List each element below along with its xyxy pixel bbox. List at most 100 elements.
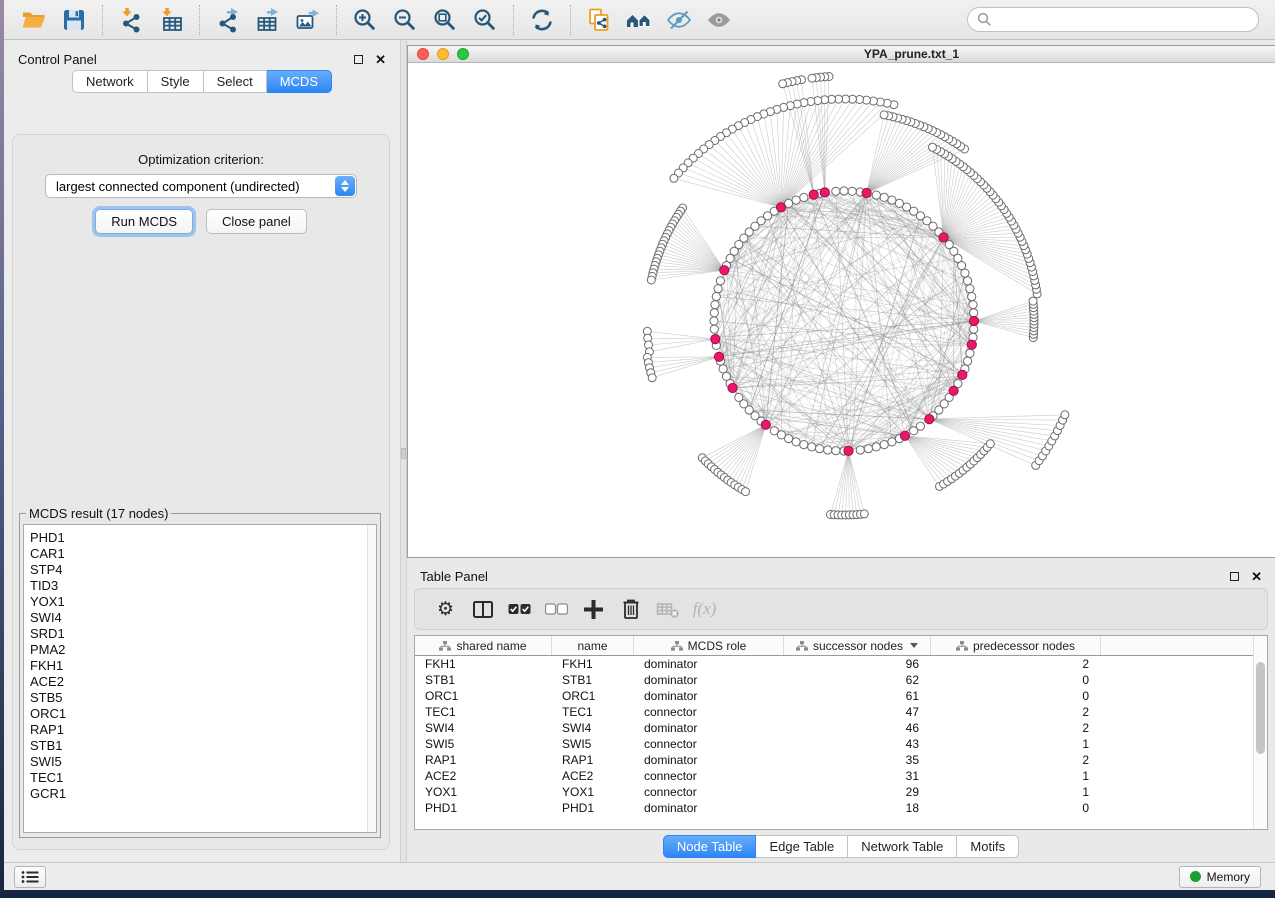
column-header-successor-nodes[interactable]: successor nodes (784, 636, 931, 655)
network-node[interactable] (969, 301, 977, 309)
table-row[interactable]: FKH1FKH1dominator962 (415, 656, 1253, 672)
tab-node-table[interactable]: Node Table (663, 835, 757, 858)
table-row[interactable]: RAP1RAP1dominator352 (415, 752, 1253, 768)
network-node[interactable] (832, 447, 840, 455)
import-table-icon[interactable] (156, 5, 186, 35)
close-panel-button[interactable]: Close panel (206, 209, 307, 234)
network-node[interactable] (808, 443, 816, 451)
network-node[interactable] (966, 349, 974, 357)
network-node[interactable] (816, 445, 824, 453)
network-node[interactable] (966, 285, 974, 293)
tab-style[interactable]: Style (148, 70, 204, 93)
mcds-result-item[interactable]: TEC1 (24, 770, 376, 786)
export-table-icon[interactable] (253, 5, 283, 35)
mcds-result-item[interactable]: RAP1 (24, 722, 376, 738)
column-header-shared-name[interactable]: shared name (415, 636, 552, 655)
network-node[interactable] (670, 174, 678, 182)
network-node[interactable] (792, 196, 800, 204)
table-row[interactable]: SWI5SWI5connector431 (415, 736, 1253, 752)
network-node[interactable] (742, 488, 750, 496)
network-node[interactable] (792, 438, 800, 446)
network-node[interactable] (880, 193, 888, 201)
zoom-selected-icon[interactable] (470, 5, 500, 35)
dominator-node[interactable] (720, 266, 729, 275)
mcds-result-item[interactable]: FKH1 (24, 658, 376, 674)
tab-edge-table[interactable]: Edge Table (756, 835, 848, 858)
show-all-icon[interactable] (704, 5, 734, 35)
network-node[interactable] (832, 187, 840, 195)
network-node[interactable] (779, 80, 787, 88)
mcds-result-item[interactable]: SWI4 (24, 610, 376, 626)
table-settings-icon[interactable]: ⚙ (427, 600, 464, 619)
mcds-result-item[interactable]: STP4 (24, 562, 376, 578)
dominator-node[interactable] (820, 188, 829, 197)
network-node[interactable] (840, 187, 848, 195)
float-panel-icon[interactable] (354, 55, 363, 64)
mcds-result-item[interactable]: SRD1 (24, 626, 376, 642)
network-node[interactable] (945, 241, 953, 249)
split-panel-icon[interactable] (464, 599, 501, 620)
dominator-node[interactable] (728, 383, 737, 392)
export-network-icon[interactable] (213, 5, 243, 35)
network-node[interactable] (712, 293, 720, 301)
run-mcds-button[interactable]: Run MCDS (95, 209, 193, 234)
dominator-node[interactable] (714, 352, 723, 361)
search-input[interactable] (992, 12, 1249, 27)
network-node[interactable] (964, 277, 972, 285)
network-node[interactable] (785, 435, 793, 443)
table-row[interactable]: STB1STB1dominator620 (415, 672, 1253, 688)
table-row[interactable]: ORC1ORC1dominator610 (415, 688, 1253, 704)
dominator-node[interactable] (809, 190, 818, 199)
network-window-titlebar[interactable]: YPA_prune.txt_1 (408, 46, 1275, 63)
network-node[interactable] (968, 293, 976, 301)
network-node[interactable] (710, 317, 718, 325)
network-node[interactable] (648, 374, 656, 382)
table-row[interactable]: ACE2ACE2connector311 (415, 768, 1253, 784)
mcds-result-item[interactable]: GCR1 (24, 786, 376, 802)
network-node[interactable] (856, 446, 864, 454)
network-node[interactable] (808, 74, 816, 82)
network-canvas[interactable] (408, 63, 1275, 557)
network-node[interactable] (710, 325, 718, 333)
dominator-node[interactable] (711, 335, 720, 344)
dominator-node[interactable] (969, 316, 978, 325)
tab-mcds[interactable]: MCDS (267, 70, 332, 93)
mcds-result-item[interactable]: ORC1 (24, 706, 376, 722)
open-file-icon[interactable] (19, 5, 49, 35)
scrollbar-thumb[interactable] (1256, 662, 1265, 754)
zoom-in-icon[interactable] (350, 5, 380, 35)
refresh-icon[interactable] (527, 5, 557, 35)
dominator-node[interactable] (761, 420, 770, 429)
table-row[interactable]: PHD1PHD1dominator180 (415, 800, 1253, 816)
select-all-icon[interactable] (501, 603, 538, 615)
first-neighbors-icon[interactable] (624, 5, 654, 35)
dominator-node[interactable] (844, 446, 853, 455)
network-node[interactable] (986, 440, 994, 448)
network-node[interactable] (970, 309, 978, 317)
network-node[interactable] (895, 199, 903, 207)
mcds-result-item[interactable]: PMA2 (24, 642, 376, 658)
mcds-result-item[interactable]: ACE2 (24, 674, 376, 690)
search-field[interactable] (967, 7, 1259, 32)
mcds-result-item[interactable]: CAR1 (24, 546, 376, 562)
memory-button[interactable]: Memory (1179, 866, 1261, 888)
save-session-icon[interactable] (59, 5, 89, 35)
network-node[interactable] (800, 441, 808, 449)
float-table-panel-icon[interactable] (1230, 572, 1239, 581)
mcds-result-item[interactable]: TID3 (24, 578, 376, 594)
network-node[interactable] (647, 276, 655, 284)
splitter-handle-icon[interactable] (401, 448, 406, 459)
panel-splitter[interactable] (400, 40, 407, 862)
network-node[interactable] (860, 510, 868, 518)
network-node[interactable] (872, 443, 880, 451)
show-panels-button[interactable] (14, 866, 46, 888)
window-minimize-icon[interactable] (437, 48, 449, 60)
network-node[interactable] (888, 196, 896, 204)
close-table-panel-icon[interactable]: ✕ (1251, 570, 1262, 583)
network-node[interactable] (1029, 297, 1037, 305)
network-node[interactable] (970, 325, 978, 333)
mcds-result-item[interactable]: STB1 (24, 738, 376, 754)
tab-network-table[interactable]: Network Table (848, 835, 957, 858)
network-node[interactable] (964, 357, 972, 365)
network-node[interactable] (714, 285, 722, 293)
